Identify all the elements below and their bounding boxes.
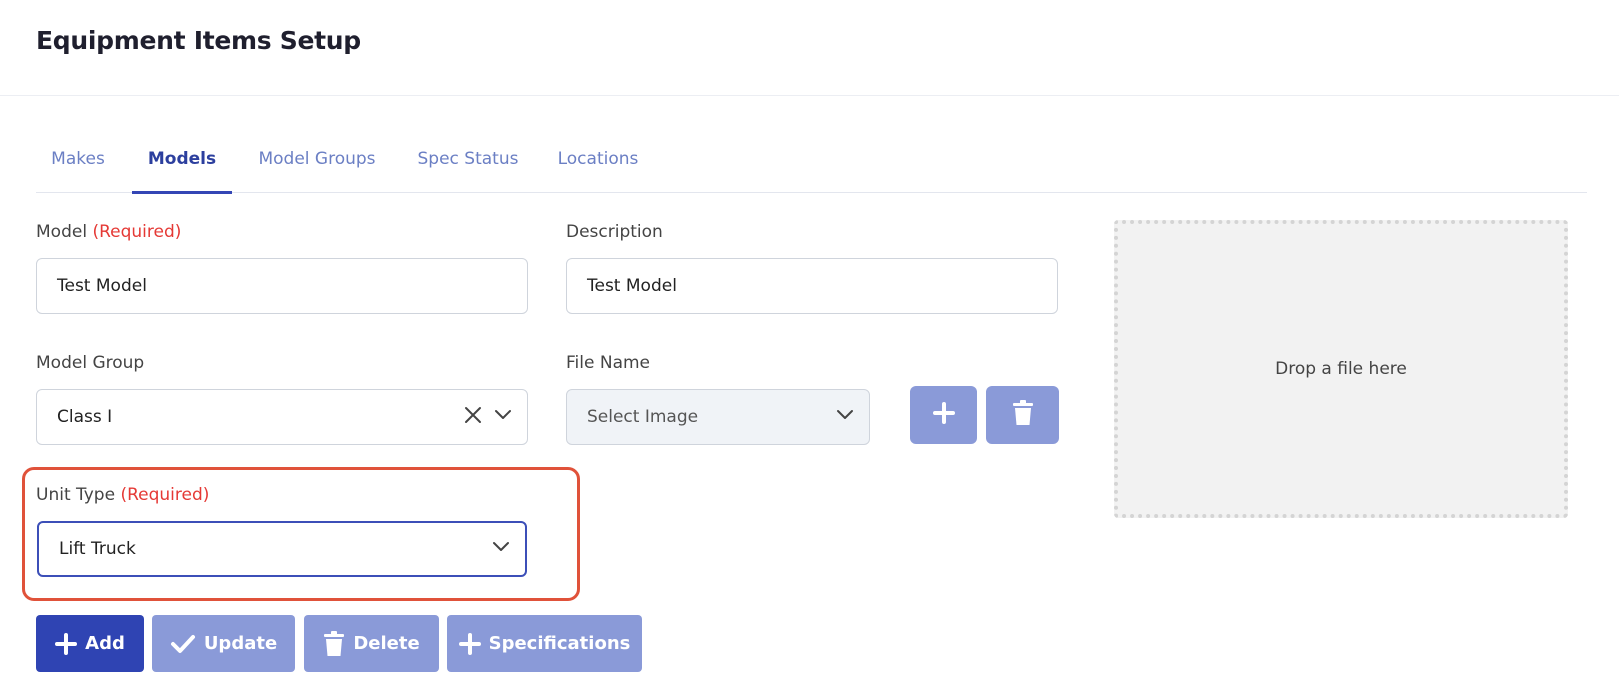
model-label: Model (Required) xyxy=(36,222,182,242)
file-name-label: File Name xyxy=(566,353,651,373)
tab-makes[interactable]: Makes xyxy=(36,130,120,193)
trash-icon xyxy=(323,630,345,657)
chevron-down-icon[interactable] xyxy=(491,537,511,562)
plus-icon xyxy=(932,401,956,430)
description-input[interactable]: Test Model xyxy=(566,258,1058,314)
unit-type-select[interactable]: Lift Truck xyxy=(37,521,527,577)
page-header: Equipment Items Setup xyxy=(0,0,1619,96)
file-name-select[interactable]: Select Image xyxy=(566,389,870,445)
file-dropzone[interactable]: Drop a file here xyxy=(1114,220,1568,518)
delete-image-button[interactable] xyxy=(986,386,1059,444)
model-input[interactable]: Test Model xyxy=(36,258,528,314)
page-title: Equipment Items Setup xyxy=(36,26,361,55)
model-group-label: Model Group xyxy=(36,353,145,373)
tab-spec-status[interactable]: Spec Status xyxy=(406,130,530,193)
chevron-down-icon[interactable] xyxy=(493,405,513,430)
add-button[interactable]: Add xyxy=(36,615,144,672)
tab-model-groups[interactable]: Model Groups xyxy=(246,130,388,193)
model-group-select[interactable]: Class I xyxy=(36,389,528,445)
check-icon xyxy=(170,633,196,655)
trash-icon xyxy=(1011,399,1035,431)
tab-bar: Makes Models Model Groups Spec Status Lo… xyxy=(36,130,1587,194)
close-icon[interactable] xyxy=(463,405,483,430)
update-button[interactable]: Update xyxy=(152,615,295,672)
plus-icon xyxy=(55,632,78,655)
delete-button[interactable]: Delete xyxy=(304,615,439,672)
tab-models[interactable]: Models xyxy=(132,130,232,194)
unit-type-label: Unit Type (Required) xyxy=(36,485,210,505)
description-label: Description xyxy=(566,222,663,242)
add-image-button[interactable] xyxy=(910,386,977,444)
chevron-down-icon[interactable] xyxy=(835,405,855,430)
specifications-button[interactable]: Specifications xyxy=(447,615,642,672)
plus-icon xyxy=(458,632,481,655)
tab-locations[interactable]: Locations xyxy=(546,130,650,193)
required-indicator: (Required) xyxy=(92,222,182,242)
required-indicator: (Required) xyxy=(120,485,210,505)
